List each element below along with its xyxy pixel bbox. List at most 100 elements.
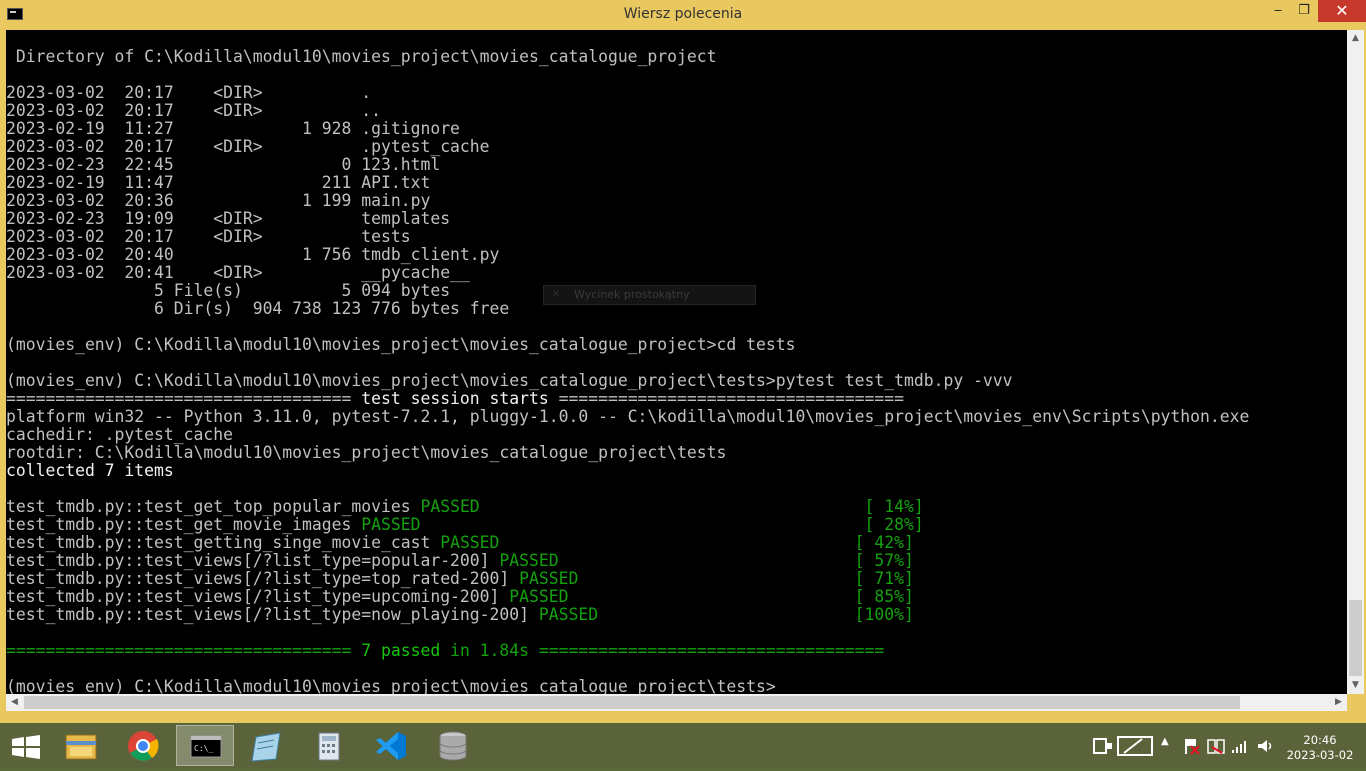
console-line: 2023-03-02 20:17 <DIR> .. (6, 102, 1249, 120)
action-center-flag-icon[interactable] (1182, 737, 1200, 755)
chrome-button[interactable] (114, 725, 172, 766)
chrome-icon (128, 731, 159, 761)
notepad-icon (251, 732, 281, 762)
volume-icon[interactable] (1256, 737, 1274, 755)
console-output[interactable]: Directory of C:\Kodilla\modul10\movies_p… (6, 30, 1347, 694)
battery-icon[interactable] (1206, 737, 1226, 755)
console-text-segment: 2023-03-02 20:17 <DIR> .pytest_cache (6, 137, 490, 156)
console-text-segment: PASSED (509, 587, 569, 606)
console-line: 2023-03-02 20:36 1 199 main.py (6, 192, 1249, 210)
console-line: 2023-03-02 20:40 1 756 tmdb_client.py (6, 246, 1249, 264)
console-text-segment: PASSED (499, 551, 559, 570)
calculator-icon (318, 732, 340, 761)
console-line: (movies_env) C:\Kodilla\modul10\movies_p… (6, 677, 1249, 695)
cmd-button[interactable]: C:\_ (176, 725, 234, 766)
console-text-segment: PASSED (420, 497, 480, 516)
console-line: (movies_env) C:\Kodilla\modul10\movies_p… (6, 336, 1249, 354)
console-text-segment: (movies_env) C:\Kodilla\modul10\movies_p… (6, 677, 776, 695)
console-line: 2023-03-02 20:17 <DIR> tests (6, 228, 1249, 246)
vertical-scrollbar[interactable]: ▲ ▼ (1347, 30, 1364, 694)
console-text-segment: collected 7 items (6, 461, 174, 480)
console-line: rootdir: C:\Kodilla\modul10\movies_proje… (6, 444, 1249, 462)
console-text-segment: test session starts (361, 389, 549, 408)
console-line: test_tmdb.py::test_getting_singe_movie_c… (6, 534, 1249, 552)
console-line: Directory of C:\Kodilla\modul10\movies_p… (6, 48, 1249, 66)
console-text-segment (578, 569, 854, 588)
console-text-segment: [ 57%] (854, 551, 914, 570)
taskbar-clock[interactable]: 20:46 2023-03-02 (1285, 733, 1355, 763)
close-button[interactable]: ✕ (1318, 0, 1366, 22)
horizontal-scrollbar[interactable]: ◀ ▶ (6, 694, 1347, 711)
console-text-segment: =================================== (529, 641, 885, 660)
console-line: platform win32 -- Python 3.11.0, pytest-… (6, 408, 1249, 426)
show-hidden-icons-icon[interactable]: ▲ (1161, 736, 1169, 747)
scroll-down-icon[interactable]: ▼ (1347, 677, 1364, 694)
console-text-segment: PASSED (361, 515, 421, 534)
console-text-segment: 2023-03-02 20:17 <DIR> .. (6, 101, 381, 120)
calculator-button[interactable] (300, 725, 358, 766)
console-line: test_tmdb.py::test_views[/?list_type=pop… (6, 552, 1249, 570)
console-line: (movies_env) C:\Kodilla\modul10\movies_p… (6, 372, 1249, 390)
console-text-segment: 2023-02-23 19:09 <DIR> templates (6, 209, 451, 228)
console-text-segment: [ 42%] (854, 533, 914, 552)
start-button[interactable] (0, 725, 58, 766)
database-button[interactable] (424, 725, 482, 766)
snipping-tool-overlay[interactable]: ✕ Wycinek prostokątny (543, 285, 756, 305)
console-line: 2023-03-02 20:17 <DIR> .pytest_cache (6, 138, 1249, 156)
console-text-segment: =================================== (6, 389, 362, 408)
console-line: 2023-02-19 11:27 1 928 .gitignore (6, 120, 1249, 138)
console-text-segment: test_tmdb.py::test_views[/?list_type=top… (6, 569, 520, 588)
clock-date: 2023-03-02 (1286, 748, 1354, 762)
console-text-segment: 7 passed (361, 641, 441, 660)
title-bar[interactable]: Wiersz polecenia ‒ ❐ ✕ (0, 0, 1366, 30)
maximize-button[interactable]: ❐ (1291, 0, 1317, 22)
console-text-segment (480, 497, 865, 516)
console-text-segment: (movies_env) C:\Kodilla\modul10\movies_p… (6, 371, 1013, 390)
vertical-scroll-thumb[interactable] (1349, 600, 1362, 676)
console-text-segment: 2023-03-02 20:36 1 199 main.py (6, 191, 431, 210)
console-text-segment: =================================== (548, 389, 904, 408)
minimize-button[interactable]: ‒ (1265, 0, 1291, 22)
console-text-segment: [ 71%] (854, 569, 914, 588)
console-text-segment: test_tmdb.py::test_getting_singe_movie_c… (6, 533, 441, 552)
vscode-button[interactable] (362, 725, 420, 766)
console-text-segment: PASSED (538, 605, 599, 624)
console-text-segment: test_tmdb.py::test_views[/?list_type=upc… (6, 587, 510, 606)
database-icon (439, 731, 467, 761)
console-text-segment: test_tmdb.py::test_get_top_popular_movie… (6, 497, 421, 516)
console-text-segment: =================================== (6, 641, 362, 660)
tray-power-pen-icon[interactable] (1090, 733, 1160, 759)
console-text-segment: [ 14%] (864, 497, 924, 516)
console-line: 2023-03-02 20:17 <DIR> . (6, 84, 1249, 102)
file-explorer-button[interactable] (52, 725, 110, 766)
console-text-segment: test_tmdb.py::test_views[/?list_type=now… (6, 605, 539, 624)
console-line: 2023-02-23 19:09 <DIR> templates (6, 210, 1249, 228)
horizontal-scroll-thumb[interactable] (24, 696, 1240, 709)
svg-text:C:\_: C:\_ (194, 744, 213, 753)
scroll-left-icon[interactable]: ◀ (6, 694, 23, 711)
windows-logo-icon (12, 735, 40, 759)
console-text-segment: 2023-03-02 20:41 <DIR> __pycache__ (6, 263, 470, 282)
console-text-segment: [ 28%] (864, 515, 924, 534)
console-text-segment (569, 587, 855, 606)
console-line: test_tmdb.py::test_views[/?list_type=now… (6, 606, 1249, 624)
cmd-icon: C:\_ (190, 735, 222, 758)
scroll-right-icon[interactable]: ▶ (1330, 694, 1347, 711)
console-text-segment: 5 File(s) 5 094 bytes (6, 281, 451, 300)
console-text-segment: 2023-03-02 20:40 1 756 tmdb_client.py (6, 245, 500, 264)
console-text-segment (559, 551, 855, 570)
console-text-segment: 6 Dir(s) 904 738 123 776 bytes free (6, 299, 510, 318)
console-line: cachedir: .pytest_cache (6, 426, 1249, 444)
console-text-segment (598, 605, 855, 624)
scroll-up-icon[interactable]: ▲ (1347, 30, 1364, 47)
notepad-button[interactable] (238, 725, 296, 766)
console-text-segment: 2023-02-19 11:27 1 928 .gitignore (6, 119, 460, 138)
console-line: test_tmdb.py::test_get_movie_images PASS… (6, 516, 1249, 534)
scissors-icon: ✕ (552, 289, 561, 300)
network-signal-icon[interactable] (1230, 737, 1248, 755)
